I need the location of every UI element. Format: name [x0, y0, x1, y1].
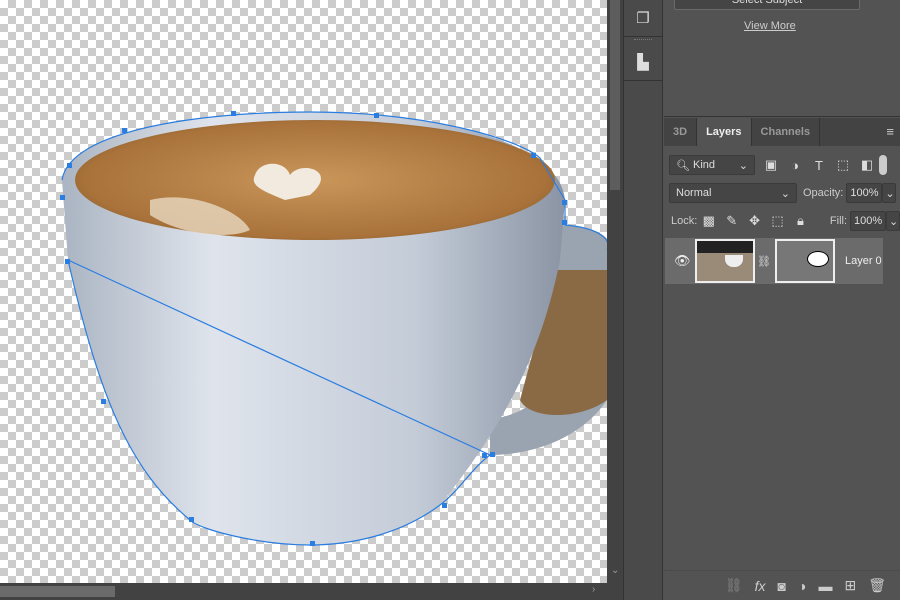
- tab-channels[interactable]: Channels: [752, 118, 821, 146]
- libraries-icon[interactable]: ❐: [624, 0, 662, 37]
- lock-all-icon[interactable]: 🔒︎: [789, 213, 812, 229]
- filter-kind-value: Kind: [693, 159, 716, 171]
- panel-grip[interactable]: [634, 39, 652, 42]
- opacity-label: Opacity:: [803, 187, 844, 199]
- search-icon: 🔍︎: [676, 159, 690, 172]
- horizontal-scrollbar[interactable]: ›: [0, 583, 623, 600]
- panel-menu-icon[interactable]: ≡: [886, 118, 894, 146]
- filter-toggle[interactable]: [879, 155, 887, 175]
- tab-layers[interactable]: Layers: [697, 118, 752, 146]
- opacity-dropdown[interactable]: ⌄: [882, 183, 897, 203]
- link-layers-icon[interactable]: ⛓: [725, 577, 743, 594]
- panel-tabs: 3D Layers Channels ≡: [664, 118, 900, 146]
- shape-filter-icon[interactable]: ⬚: [831, 157, 855, 173]
- view-more-link[interactable]: View More: [744, 20, 796, 32]
- tab-3d[interactable]: 3D: [664, 118, 698, 146]
- lock-row: Lock: ▩ ✎ ✥ ⬚ 🔒︎ Fill: 100% ⌄: [664, 211, 900, 231]
- layer-name[interactable]: Layer 0: [845, 255, 882, 267]
- type-filter-icon[interactable]: T: [807, 158, 831, 173]
- filter-row: 🔍︎ Kind ⌄ ▣ ◑ T ⬚ ◧: [664, 155, 900, 175]
- layer-thumbnail[interactable]: [695, 239, 755, 283]
- pixel-filter-icon[interactable]: ▣: [759, 157, 783, 173]
- chevron-down-icon: ⌄: [780, 187, 790, 200]
- smart-object-filter-icon[interactable]: ◧: [855, 157, 879, 173]
- filter-kind-select[interactable]: 🔍︎ Kind ⌄: [669, 155, 755, 175]
- add-mask-icon[interactable]: ◙: [778, 578, 786, 594]
- lock-transparency-icon[interactable]: ▩: [697, 213, 720, 229]
- blend-mode-select[interactable]: Normal ⌄: [669, 183, 797, 203]
- new-layer-icon[interactable]: ⊞: [844, 577, 856, 594]
- mask-link-icon[interactable]: ⛓: [757, 255, 771, 268]
- layer-row[interactable]: 👁︎ ⛓ Layer 0: [665, 238, 883, 284]
- lock-label: Lock:: [671, 215, 698, 227]
- learn-panel: Select Subject View More: [664, 0, 900, 117]
- plugins-icon[interactable]: ▙: [624, 44, 662, 81]
- fill-label: Fill:: [829, 215, 848, 227]
- layers-footer: ⛓ fx ◙ ◑ ▬ ⊞ 🗑︎: [664, 570, 900, 600]
- collapsed-panel-strip: ❐ ▙: [623, 0, 663, 600]
- fx-icon[interactable]: fx: [755, 578, 766, 594]
- scroll-right-icon[interactable]: ›: [592, 584, 595, 595]
- lock-artboard-icon[interactable]: ⬚: [766, 213, 789, 229]
- fill-dropdown[interactable]: ⌄: [886, 211, 900, 231]
- visibility-eye-icon[interactable]: 👁︎: [674, 253, 691, 269]
- layer-mask-thumbnail[interactable]: [774, 239, 835, 283]
- vertical-scrollbar[interactable]: ⌄: [607, 0, 623, 583]
- chevron-down-icon: ⌄: [738, 159, 748, 172]
- opacity-input[interactable]: 100%: [846, 183, 883, 203]
- coffee-cup-image: [60, 111, 607, 546]
- vertical-scroll-thumb[interactable]: [610, 0, 620, 190]
- adjustment-layer-icon[interactable]: ◑: [798, 578, 806, 594]
- delete-layer-icon[interactable]: 🗑︎: [868, 577, 886, 594]
- horizontal-scroll-thumb[interactable]: [0, 586, 115, 597]
- new-group-icon[interactable]: ▬: [818, 578, 832, 594]
- select-subject-button[interactable]: Select Subject: [674, 0, 860, 10]
- scroll-down-icon[interactable]: ⌄: [611, 565, 619, 576]
- lock-position-icon[interactable]: ✥: [743, 213, 766, 229]
- blend-row: Normal ⌄ Opacity: 100% ⌄: [664, 183, 900, 203]
- blend-mode-value: Normal: [676, 187, 712, 199]
- adjustment-filter-icon[interactable]: ◑: [783, 158, 807, 173]
- document-canvas[interactable]: [0, 0, 607, 583]
- lock-image-icon[interactable]: ✎: [720, 213, 743, 229]
- fill-input[interactable]: 100%: [850, 211, 887, 231]
